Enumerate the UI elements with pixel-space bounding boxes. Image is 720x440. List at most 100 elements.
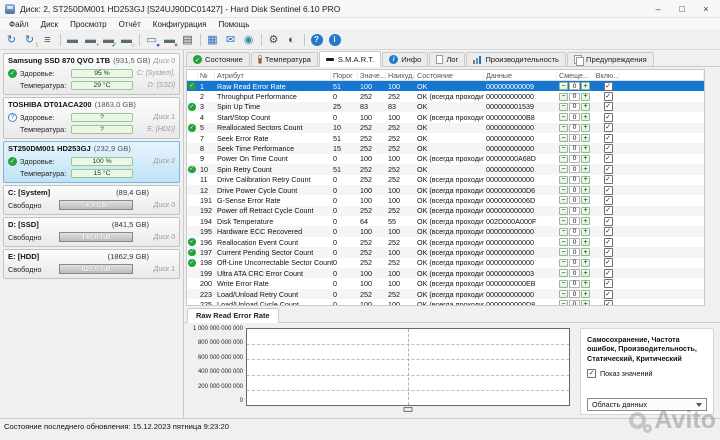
tab[interactable]: Температура (250, 52, 318, 66)
offset-increase-button[interactable]: + (581, 206, 590, 215)
table-row[interactable]: 10 Spin Retry Count 51 252 252 OK 000000… (187, 164, 704, 175)
help-icon[interactable]: ? (308, 32, 325, 48)
offset-increase-button[interactable]: + (581, 300, 590, 305)
offset-increase-button[interactable]: + (581, 113, 590, 122)
offset-decrease-button[interactable]: − (559, 82, 568, 91)
table-row[interactable]: 5 Reallocated Sectors Count 10 252 252 O… (187, 122, 704, 133)
tab[interactable]: Предупреждения (567, 52, 654, 66)
tab[interactable]: Инфо (382, 52, 429, 66)
partition-panel[interactable]: C: [System] (89,4 GB) Свободно 4,9 GB Ди… (3, 185, 180, 215)
partition-panel[interactable]: E: [HDD] (1862,9 GB) Свободно 820,5 GB Д… (3, 249, 180, 279)
close-button[interactable]: × (694, 0, 718, 17)
table-row[interactable]: 195 Hardware ECC Recovered 0 100 100 OK … (187, 226, 704, 237)
offset-increase-button[interactable]: + (581, 279, 590, 288)
chart-slider-handle[interactable] (403, 407, 413, 412)
offset-decrease-button[interactable]: − (559, 269, 568, 278)
table-row[interactable]: 1 Raw Read Error Rate 51 100 100 OK 0000… (187, 81, 704, 92)
menu-item[interactable]: Помощь (212, 20, 255, 29)
table-row[interactable]: 4 Start/Stop Count 0 100 100 OK (всегда … (187, 112, 704, 122)
data-area-dropdown[interactable]: Область данных (587, 398, 707, 411)
column-header-attribute[interactable]: Атрибут (215, 70, 331, 80)
drive-globe-icon[interactable]: ▭ (143, 32, 160, 49)
offset-decrease-button[interactable]: − (559, 217, 568, 226)
offset-decrease-button[interactable]: − (559, 196, 568, 205)
column-header-data[interactable]: Данные (484, 70, 557, 80)
disk-tools-icon[interactable]: ▬ (161, 32, 178, 49)
table-row[interactable]: 194 Disk Temperature 0 64 55 OK (всегда … (187, 216, 704, 226)
attribute-enabled-checkbox[interactable] (603, 268, 613, 278)
attribute-enabled-checkbox[interactable] (603, 133, 613, 143)
table-row[interactable]: 192 Power off Retract Cycle Count 0 252 … (187, 205, 704, 217)
chart-tab[interactable]: Raw Read Error Rate (187, 308, 279, 323)
menu-item[interactable]: Просмотр (64, 20, 113, 29)
attribute-enabled-checkbox[interactable] (603, 247, 613, 257)
table-row[interactable]: 196 Reallocation Event Count 0 252 252 O… (187, 237, 704, 247)
offset-decrease-button[interactable]: − (559, 154, 568, 163)
offset-increase-button[interactable]: + (581, 227, 590, 236)
offset-decrease-button[interactable]: − (559, 134, 568, 143)
offset-increase-button[interactable]: + (581, 82, 590, 91)
attribute-enabled-checkbox[interactable] (603, 195, 613, 205)
offset-decrease-button[interactable]: − (559, 258, 568, 267)
column-header-included[interactable]: Вклю... (595, 70, 619, 80)
table-row[interactable]: 197 Current Pending Sector Count 0 252 1… (187, 247, 704, 258)
attribute-enabled-checkbox[interactable] (603, 237, 613, 247)
offset-decrease-button[interactable]: − (559, 238, 568, 247)
offset-increase-button[interactable]: + (581, 154, 590, 163)
printer-icon[interactable]: ▤ (179, 32, 196, 48)
offset-increase-button[interactable]: + (581, 217, 590, 226)
offset-increase-button[interactable]: + (581, 92, 590, 101)
maximize-button[interactable]: □ (670, 0, 694, 17)
offset-increase-button[interactable]: + (581, 290, 590, 298)
table-row[interactable]: 223 Load/Unload Retry Count 0 252 252 OK… (187, 288, 704, 300)
attribute-enabled-checkbox[interactable] (603, 206, 613, 216)
column-header-status[interactable]: Состояние (415, 70, 484, 80)
table-row[interactable]: 12 Drive Power Cycle Count 0 100 100 OK … (187, 184, 704, 196)
offset-decrease-button[interactable]: − (559, 123, 568, 132)
offset-decrease-button[interactable]: − (559, 227, 568, 236)
offset-increase-button[interactable]: + (581, 238, 590, 247)
table-row[interactable]: 11 Drive Calibration Retry Count 0 252 2… (187, 175, 704, 185)
menu-item[interactable]: Конфигурация (147, 20, 213, 29)
offset-increase-button[interactable]: + (581, 175, 590, 184)
attribute-enabled-checkbox[interactable] (603, 227, 613, 237)
menu-item[interactable]: Диск (35, 20, 64, 29)
offset-increase-button[interactable]: + (581, 165, 590, 174)
attribute-enabled-checkbox[interactable] (603, 92, 613, 102)
offset-decrease-button[interactable]: − (559, 248, 568, 257)
offset-decrease-button[interactable]: − (559, 186, 568, 195)
table-row[interactable]: 2 Throughput Performance 0 252 252 OK (в… (187, 91, 704, 102)
globe-gear-icon[interactable]: ◐ (283, 32, 300, 48)
offset-increase-button[interactable]: + (581, 123, 590, 132)
attribute-enabled-checkbox[interactable] (603, 279, 613, 289)
disk-panel[interactable]: Samsung SSD 870 QVO 1TB (931,5 GB) Диск … (3, 53, 180, 95)
menu-item[interactable]: Файл (3, 20, 35, 29)
disk-check-icon[interactable]: ▬ (100, 32, 117, 49)
tab[interactable]: Состояние (186, 52, 250, 66)
offset-increase-button[interactable]: + (581, 248, 590, 257)
notes-icon[interactable]: ▦ (204, 32, 221, 48)
offset-increase-button[interactable]: + (581, 186, 590, 195)
offset-decrease-button[interactable]: − (559, 144, 568, 153)
attribute-enabled-checkbox[interactable] (603, 175, 613, 185)
offset-decrease-button[interactable]: − (559, 300, 568, 305)
column-header-offset[interactable]: Смеще... (557, 70, 595, 80)
offset-increase-button[interactable]: + (581, 269, 590, 278)
attribute-enabled-checkbox[interactable] (603, 144, 613, 154)
attribute-enabled-checkbox[interactable] (603, 81, 613, 91)
disk-panel[interactable]: ST250DM001 HD253GJ (232,9 GB) Здоровье: … (3, 141, 180, 183)
table-row[interactable]: 199 Ultra ATA CRC Error Count 0 100 100 … (187, 268, 704, 279)
partition-panel[interactable]: D: [SSD] (841,5 GB) Свободно 140,8 GB Ди… (3, 217, 180, 247)
attribute-enabled-checkbox[interactable] (603, 289, 613, 299)
attribute-enabled-checkbox[interactable] (603, 185, 613, 195)
offset-decrease-button[interactable]: − (559, 175, 568, 184)
table-row[interactable]: 3 Spin Up Time 25 83 83 OK 000000001539 … (187, 101, 704, 113)
report-lines-icon[interactable]: ≡ (39, 32, 56, 48)
attribute-enabled-checkbox[interactable] (603, 216, 613, 226)
attribute-enabled-checkbox[interactable] (603, 102, 613, 112)
attribute-enabled-checkbox[interactable] (603, 299, 613, 305)
tab[interactable]: S.M.A.R.T. (318, 51, 382, 67)
table-row[interactable]: 9 Power On Time Count 0 100 100 OK (всег… (187, 154, 704, 164)
disk-icon[interactable]: ▬ (64, 32, 81, 48)
offset-increase-button[interactable]: + (581, 196, 590, 205)
